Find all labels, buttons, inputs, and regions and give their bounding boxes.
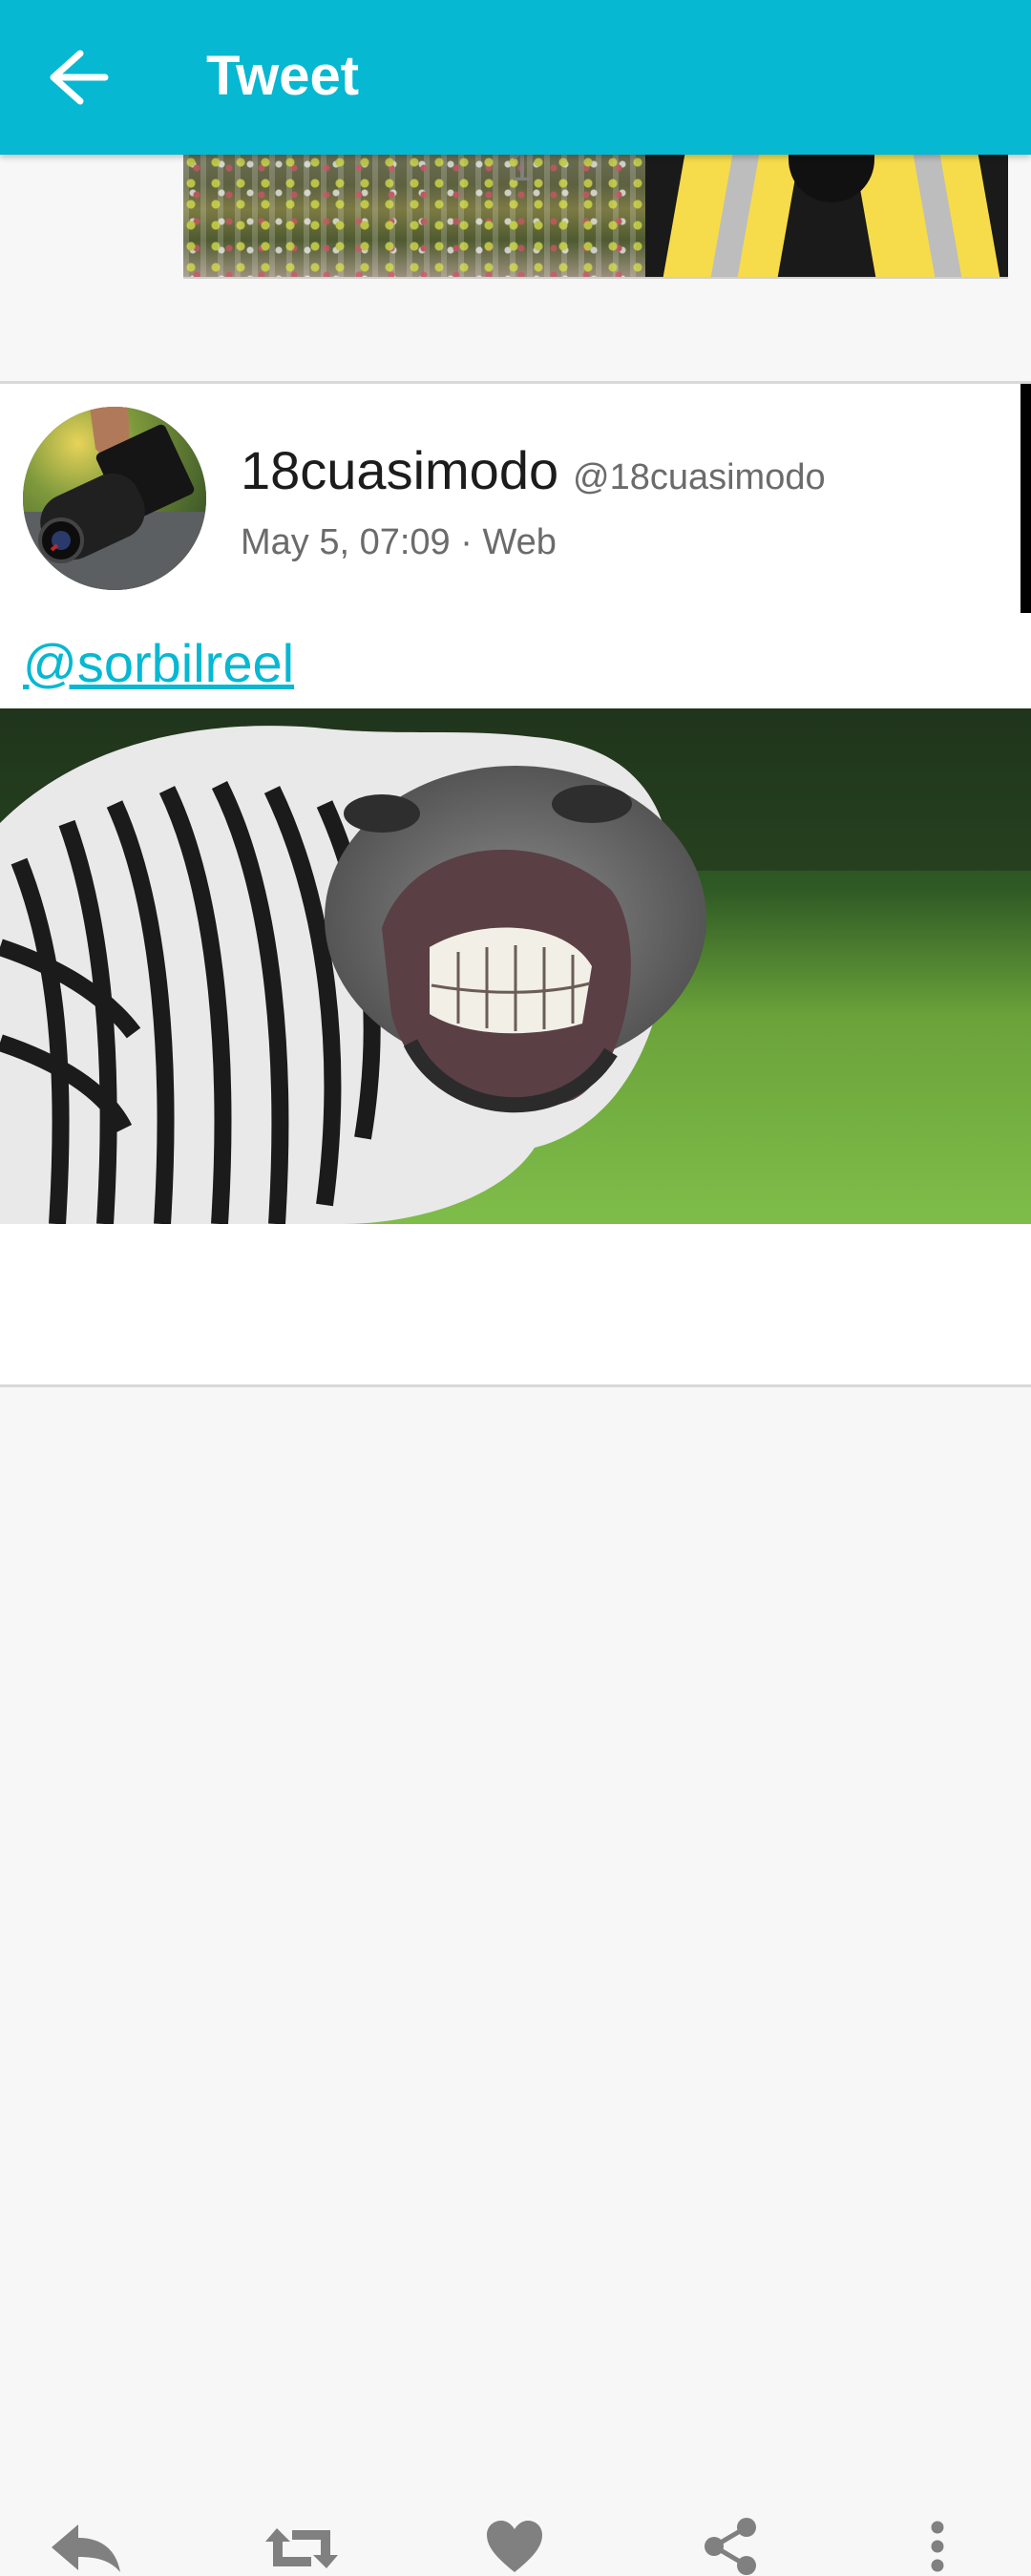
tweet-actions	[0, 1241, 1031, 2575]
arrow-left-icon	[50, 50, 109, 105]
more-vertical-icon[interactable]	[930, 2521, 945, 2572]
user-handle[interactable]: @18cuasimodo	[573, 456, 826, 498]
tweet-timestamp: May 5, 07:09 · Web	[241, 522, 557, 562]
user-display-name[interactable]: 18cuasimodo	[241, 441, 558, 500]
empty-area	[0, 1387, 1031, 1622]
reply-icon[interactable]	[50, 2523, 122, 2574]
share-icon[interactable]	[703, 2517, 758, 2576]
retweet-icon[interactable]	[263, 2524, 340, 2572]
tweet-image[interactable]	[0, 708, 1031, 1224]
app-bar: Tweet	[0, 0, 1031, 155]
avatar[interactable]	[23, 407, 206, 590]
scrollbar[interactable]	[1020, 384, 1031, 613]
heart-icon[interactable]	[485, 2519, 544, 2574]
back-button[interactable]	[46, 48, 113, 107]
page-title: Tweet	[206, 45, 360, 107]
mention-link[interactable]: @sorbilreel	[23, 634, 294, 693]
